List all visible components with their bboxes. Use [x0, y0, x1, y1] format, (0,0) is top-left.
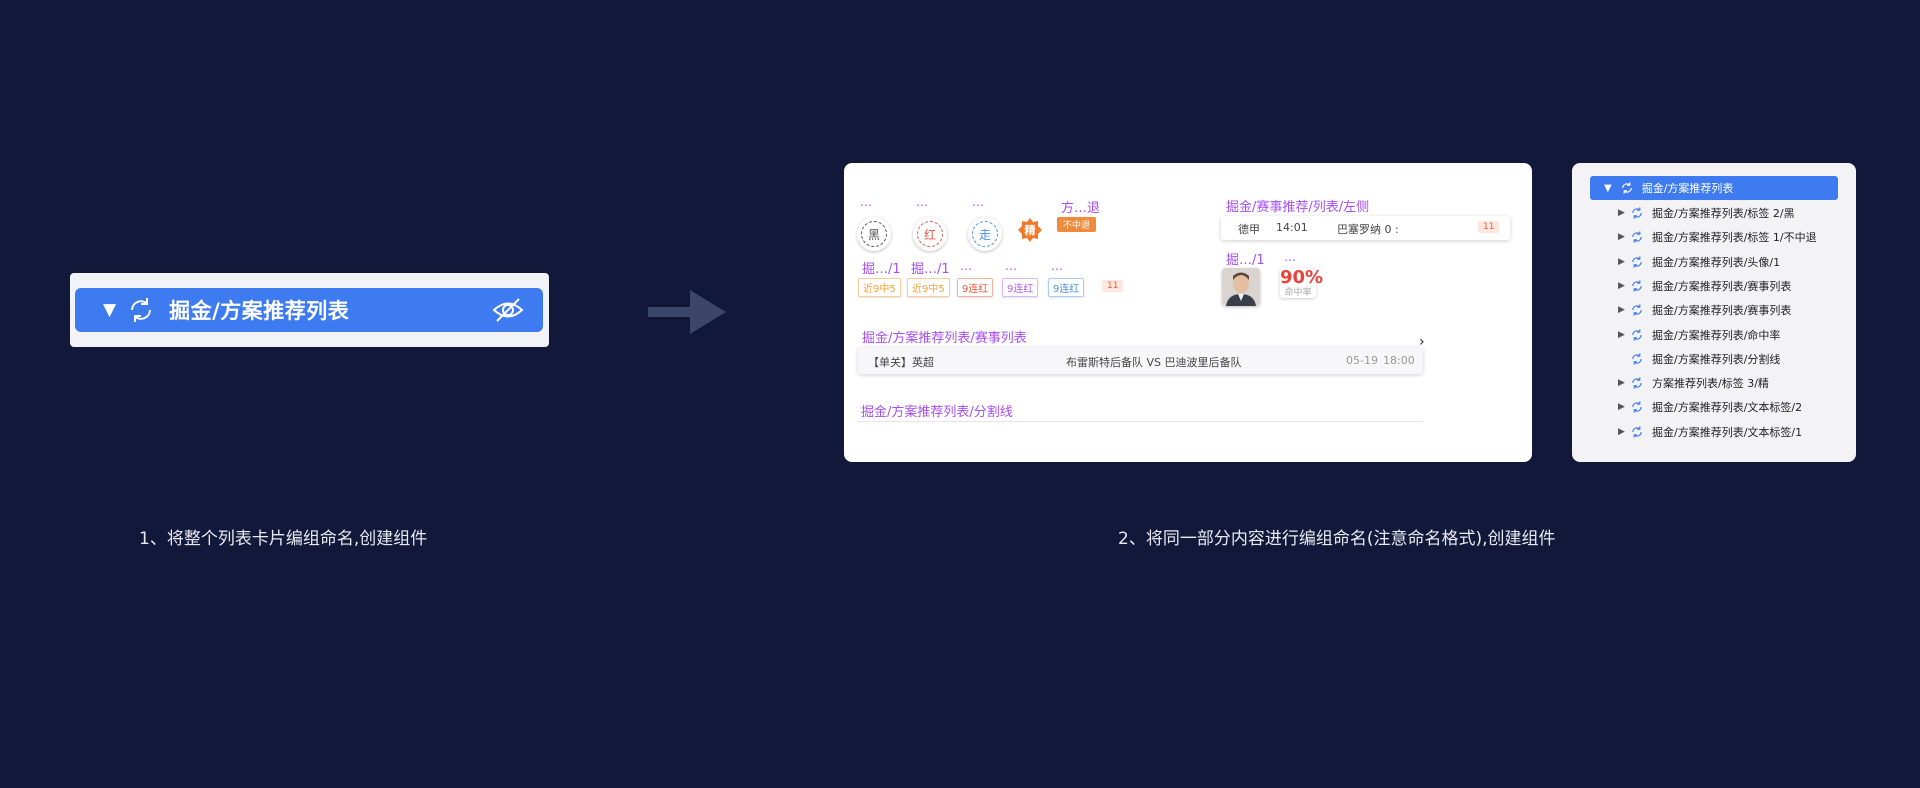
- time-text: 14:01: [1276, 221, 1308, 234]
- layer-name: 掘金/方案推荐列表/文本标签/2: [1652, 401, 1803, 415]
- collapsed-triangle-icon[interactable]: ▶: [1618, 427, 1625, 437]
- arrow-right-icon: [648, 290, 726, 334]
- divider-line: [858, 421, 1423, 422]
- layer-label-nomiss: 方…退: [1061, 201, 1101, 216]
- layer-item[interactable]: ▶ 掘金/方案推荐列表/命中率: [1572, 325, 1856, 345]
- component-symbol-icon: [1632, 401, 1642, 413]
- league-text: 德甲: [1238, 223, 1260, 236]
- expand-triangle-icon[interactable]: ▼: [1604, 183, 1612, 194]
- collapsed-triangle-icon[interactable]: ▶: [1618, 330, 1625, 340]
- layer-label-short: 掘…/1: [862, 262, 901, 277]
- layer-label-ellipsis: …: [1005, 259, 1017, 273]
- component-symbol-icon: [1632, 207, 1642, 219]
- text-tag[interactable]: 9连红: [957, 278, 994, 297]
- component-symbol-icon: [1632, 328, 1642, 341]
- layer-label-short: 掘…/1: [911, 262, 950, 277]
- collapsed-triangle-icon[interactable]: ▶: [1618, 402, 1625, 412]
- text-tag[interactable]: 9连红: [1048, 278, 1085, 297]
- match-text: 布雷斯特后备队 VS 巴迪波里后备队: [1066, 356, 1242, 369]
- component-symbol-icon: [1632, 231, 1642, 243]
- hit-rate-box[interactable]: 90% 命中率: [1280, 267, 1324, 298]
- count-badge: 11: [1102, 280, 1124, 292]
- layer-name: 掘金/方案推荐列表: [169, 299, 350, 323]
- text-tag[interactable]: 9连红: [1002, 278, 1039, 297]
- layer-item[interactable]: ▶ 掘金/方案推荐列表/赛事列表: [1572, 300, 1856, 320]
- layer-label-ellipsis: …: [972, 195, 984, 209]
- stamp-red[interactable]: 红: [913, 217, 947, 251]
- stamp-black[interactable]: 黑: [857, 217, 891, 251]
- layer-name: 掘金/方案推荐列表/标签 1/不中退: [1652, 231, 1817, 245]
- layer-item[interactable]: ▶ 掘金/方案推荐列表/标签 1/不中退: [1572, 227, 1856, 247]
- collapsed-triangle-icon[interactable]: ▶: [1618, 208, 1625, 218]
- layer-item[interactable]: 掘金/方案推荐列表/分割线: [1572, 349, 1856, 369]
- layer-name: 掘金/方案推荐列表/标签 2/黑: [1652, 207, 1795, 220]
- seal-char: 精: [1024, 224, 1036, 237]
- stamp-blue[interactable]: 走: [968, 217, 1002, 251]
- hit-rate-value: 90%: [1280, 267, 1324, 288]
- component-canvas: … … … 黑 红 走 精 方…退 不中退 掘…/1 掘…/1 … … … 近9…: [844, 163, 1532, 462]
- collapsed-triangle-icon[interactable]: ▶: [1618, 378, 1625, 388]
- avatar[interactable]: [1222, 268, 1260, 306]
- stamp-char: 红: [923, 227, 936, 242]
- stamp-char: 黑: [867, 227, 880, 242]
- expand-triangle-icon[interactable]: ▼: [103, 300, 116, 320]
- collapsed-triangle-icon[interactable]: ▶: [1618, 257, 1625, 267]
- layer-item[interactable]: ▶ 掘金/方案推荐列表/文本标签/2: [1572, 397, 1856, 417]
- collapsed-triangle-icon[interactable]: ▶: [1618, 305, 1625, 315]
- layer-name: 掘金/方案推荐列表/文本标签/1: [1652, 425, 1803, 439]
- layer-row-selected[interactable]: ▼ 掘金/方案推荐列表: [75, 288, 543, 332]
- layer-item[interactable]: ▶ 掘金/方案推荐列表/赛事列表: [1572, 276, 1856, 296]
- layer-name: 掘金/方案推荐列表: [1641, 182, 1734, 195]
- event-list-row[interactable]: 【单关】英超 布雷斯特后备队 VS 巴迪波里后备队 05-19 18:00: [858, 347, 1423, 374]
- component-symbol-icon: [1632, 304, 1642, 316]
- layer-item[interactable]: ▶ 掘金/方案推荐列表/标签 2/黑: [1572, 203, 1856, 223]
- layer-name: 掘金/方案推荐列表/命中率: [1652, 328, 1781, 342]
- step1-caption: 1、将整个列表卡片编组命名,创建组件: [139, 529, 428, 549]
- layer-item-selected[interactable]: ▼ 掘金/方案推荐列表: [1590, 176, 1838, 200]
- count-badge: 11: [1478, 221, 1500, 233]
- component-symbol-icon: [1621, 182, 1632, 194]
- layer-name: 掘金/方案推荐列表/赛事列表: [1652, 304, 1792, 318]
- layer-name: 掘金/方案推荐列表/分割线: [1652, 352, 1781, 366]
- text-tag[interactable]: 近9中5: [858, 278, 901, 297]
- text-tag[interactable]: 近9中5: [907, 278, 950, 297]
- layer-item[interactable]: ▶ 掘金/方案推荐列表/文本标签/1: [1572, 422, 1856, 442]
- layer-name: 掘金/方案推荐列表/赛事列表: [1652, 279, 1792, 293]
- nomiss-tag[interactable]: 不中退: [1057, 217, 1097, 232]
- teams-text: 巴塞罗纳 0 :: [1337, 223, 1399, 236]
- layer-label-ellipsis: …: [860, 195, 872, 209]
- layer-label-match-list: 掘金/赛事推荐/列表/左侧: [1226, 200, 1370, 215]
- seal-badge[interactable]: 精: [1018, 218, 1042, 242]
- layer-item[interactable]: ▶ 掘金/方案推荐列表/头像/1: [1572, 252, 1856, 272]
- league-text: 【单关】英超: [868, 356, 934, 369]
- layer-label-ellipsis: …: [1284, 250, 1296, 264]
- eye-hidden-icon[interactable]: [491, 297, 525, 323]
- layer-name: 方案推荐列表/标签 3/精: [1652, 377, 1769, 391]
- collapsed-triangle-icon[interactable]: ▶: [1618, 232, 1625, 242]
- layer-label-avatar: 掘…/1: [1226, 253, 1265, 268]
- stamp-char: 走: [978, 227, 991, 242]
- component-symbol-icon: [1632, 377, 1642, 389]
- layers-panel: ▼ 掘金/方案推荐列表 ▶ 掘金/方案推荐列表/标签 2/黑 ▶ 掘金/方案推荐列表/…: [1572, 163, 1856, 462]
- layer-label-ellipsis: …: [960, 259, 972, 273]
- layer-label-ellipsis: …: [916, 195, 928, 209]
- hit-rate-label: 命中率: [1284, 288, 1312, 298]
- component-symbol-icon: [1632, 353, 1642, 365]
- layer-item[interactable]: ▶ 方案推荐列表/标签 3/精: [1572, 373, 1856, 393]
- component-symbol-icon: [1632, 426, 1642, 438]
- layer-name: 掘金/方案推荐列表/头像/1: [1652, 255, 1781, 269]
- component-symbol-icon: [1632, 255, 1642, 268]
- person-avatar-icon: [1222, 268, 1260, 306]
- layer-label-divider: 掘金/方案推荐列表/分割线: [861, 405, 1013, 420]
- time-text: 18:00: [1383, 354, 1415, 367]
- layer-label-ellipsis: …: [1051, 259, 1063, 273]
- date-text: 05-19: [1346, 354, 1378, 367]
- match-list-row[interactable]: 德甲 14:01 巴塞罗纳 0 : 11: [1221, 216, 1510, 240]
- collapsed-triangle-icon[interactable]: ▶: [1618, 281, 1625, 291]
- step2-caption: 2、将同一部分内容进行编组命名(注意命名格式),创建组件: [1118, 529, 1556, 549]
- layer-panel-excerpt: ▼ 掘金/方案推荐列表: [70, 273, 549, 347]
- layer-label-event-list: 掘金/方案推荐列表/赛事列表: [862, 331, 1027, 346]
- component-symbol-icon: [1632, 280, 1642, 292]
- component-symbol-icon: [131, 298, 152, 322]
